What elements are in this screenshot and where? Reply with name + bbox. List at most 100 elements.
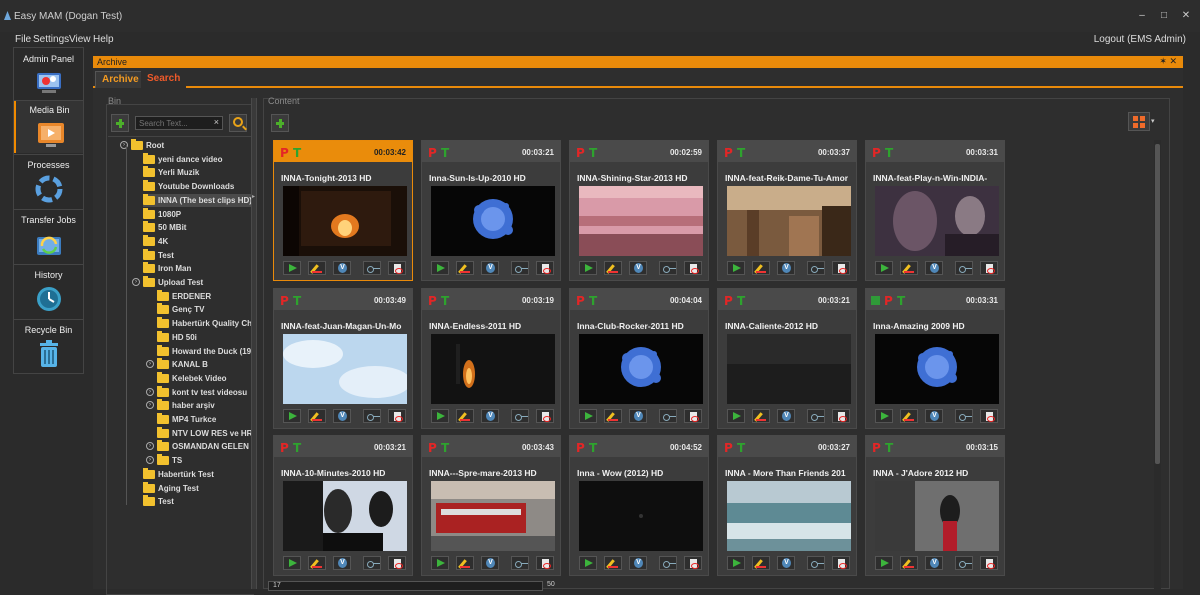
key-button[interactable]	[955, 261, 973, 275]
version-button[interactable]	[777, 261, 795, 275]
document-button[interactable]	[832, 261, 850, 275]
clip-card[interactable]: P T 00:03:19 INNA-Endless-2011 HD	[421, 288, 561, 429]
nav-processes[interactable]: Processes	[14, 156, 83, 208]
edit-button[interactable]	[456, 556, 474, 570]
tree-folder[interactable]: Habertürk Quality Che	[157, 317, 251, 330]
play-button[interactable]	[283, 261, 301, 275]
tree-folder[interactable]: Root	[131, 139, 251, 152]
clip-card[interactable]: P T 00:02:59 INNA-Shining-Star-2013 HD	[569, 140, 709, 281]
tree-expander-icon[interactable]: ›	[132, 278, 140, 286]
add-folder-button[interactable]	[111, 114, 129, 132]
pane-splitter[interactable]: ▸	[251, 98, 257, 589]
tree-folder[interactable]: MP4 Turkce	[157, 413, 251, 426]
tree-expander-icon[interactable]: ›	[146, 401, 154, 410]
tree-folder[interactable]: yeni dance video	[143, 152, 251, 166]
tree-folder[interactable]: Test	[143, 495, 251, 508]
play-button[interactable]	[579, 261, 597, 275]
key-button[interactable]	[659, 556, 677, 570]
key-button[interactable]	[363, 261, 381, 275]
key-button[interactable]	[363, 409, 381, 423]
document-button[interactable]	[684, 409, 702, 423]
tree-folder[interactable]: Youtube Downloads	[143, 180, 251, 193]
version-button[interactable]	[481, 261, 499, 275]
tree-folder[interactable]: INNA (The best clips HD)	[143, 193, 251, 207]
document-button[interactable]	[388, 409, 406, 423]
document-button[interactable]	[684, 556, 702, 570]
minimize-button[interactable]: –	[1136, 10, 1148, 21]
clip-card[interactable]: P T 00:03:21 Inna-Sun-Is-Up-2010 HD	[421, 140, 561, 281]
clip-card[interactable]: P T 00:04:52 Inna - Wow (2012) HD	[569, 435, 709, 576]
clip-thumbnail[interactable]	[579, 334, 703, 404]
tree-folder[interactable]: Howard the Duck (198	[157, 344, 251, 358]
edit-button[interactable]	[456, 261, 474, 275]
document-button[interactable]	[536, 409, 554, 423]
menu-help[interactable]: Help	[93, 34, 114, 45]
version-button[interactable]	[777, 409, 795, 423]
key-button[interactable]	[807, 409, 825, 423]
version-button[interactable]	[925, 556, 943, 570]
tree-folder[interactable]: ERDENER	[157, 289, 251, 303]
play-button[interactable]	[431, 409, 449, 423]
clip-thumbnail[interactable]	[283, 186, 407, 256]
tree-folder[interactable]: Test	[143, 248, 251, 262]
tree-folder[interactable]: Iron Man	[143, 262, 251, 275]
key-button[interactable]	[511, 556, 529, 570]
key-button[interactable]	[363, 556, 381, 570]
scroll-thumb[interactable]	[1155, 144, 1160, 464]
page-size[interactable]: 50	[547, 581, 555, 588]
document-button[interactable]	[536, 261, 554, 275]
tree-folder[interactable]: 50 MBit	[143, 221, 251, 234]
tree-folder[interactable]: kont tv test videosu	[157, 385, 251, 399]
key-button[interactable]	[511, 409, 529, 423]
edit-button[interactable]	[604, 261, 622, 275]
tree-expander-icon[interactable]: ›	[146, 442, 154, 451]
version-button[interactable]	[629, 261, 647, 275]
clip-card[interactable]: P T 00:03:42 INNA-Tonight-2013 HD	[273, 140, 413, 281]
tree-folder[interactable]: HD 50i	[157, 330, 251, 344]
key-button[interactable]	[807, 556, 825, 570]
tab-archive[interactable]: Archive	[95, 71, 146, 88]
panel-pin-close[interactable]: ✶ ✕	[1159, 56, 1177, 67]
document-button[interactable]	[980, 556, 998, 570]
key-button[interactable]	[955, 409, 973, 423]
page-input[interactable]: 17	[268, 581, 543, 591]
clip-card[interactable]: P T 00:03:21 INNA-Caliente-2012 HD	[717, 288, 857, 429]
restore-button[interactable]: □	[1158, 10, 1170, 21]
clip-card[interactable]: P T 00:03:31 INNA-feat-Play-n-Win-INDIA-	[865, 140, 1005, 281]
edit-button[interactable]	[604, 409, 622, 423]
document-button[interactable]	[536, 556, 554, 570]
version-button[interactable]	[481, 409, 499, 423]
play-button[interactable]	[579, 409, 597, 423]
tree-folder[interactable]: Upload Test	[143, 276, 251, 289]
version-button[interactable]	[481, 556, 499, 570]
clip-thumbnail[interactable]	[875, 334, 999, 404]
version-button[interactable]	[629, 409, 647, 423]
edit-button[interactable]	[752, 409, 770, 423]
clip-thumbnail[interactable]	[727, 186, 851, 256]
tree-folder[interactable]: 1080P	[143, 207, 251, 221]
version-button[interactable]	[629, 556, 647, 570]
search-button[interactable]	[229, 114, 247, 132]
edit-button[interactable]	[604, 556, 622, 570]
clip-thumbnail[interactable]	[875, 481, 999, 551]
tree-folder[interactable]: Yerli Muzik	[143, 166, 251, 179]
play-button[interactable]	[579, 556, 597, 570]
version-button[interactable]	[333, 261, 351, 275]
clip-thumbnail[interactable]	[283, 481, 407, 551]
play-button[interactable]	[875, 261, 893, 275]
nav-history[interactable]: History	[14, 266, 83, 318]
clip-card[interactable]: P T 00:03:43 INNA---Spre-mare-2013 HD	[421, 435, 561, 576]
edit-button[interactable]	[308, 261, 326, 275]
tree-folder[interactable]: Kelebek Video	[157, 371, 251, 385]
version-button[interactable]	[333, 556, 351, 570]
clip-card[interactable]: P T 00:03:49 INNA-feat-Juan-Magan-Un-Mo	[273, 288, 413, 429]
tree-folder[interactable]: Aging Test	[143, 481, 251, 495]
document-button[interactable]	[388, 261, 406, 275]
version-button[interactable]	[925, 261, 943, 275]
edit-button[interactable]	[456, 409, 474, 423]
tab-search[interactable]: Search	[141, 71, 187, 88]
play-button[interactable]	[727, 409, 745, 423]
version-button[interactable]	[333, 409, 351, 423]
nav-recycle-bin[interactable]: Recycle Bin	[14, 321, 83, 373]
grid-view-button[interactable]	[1128, 112, 1150, 131]
